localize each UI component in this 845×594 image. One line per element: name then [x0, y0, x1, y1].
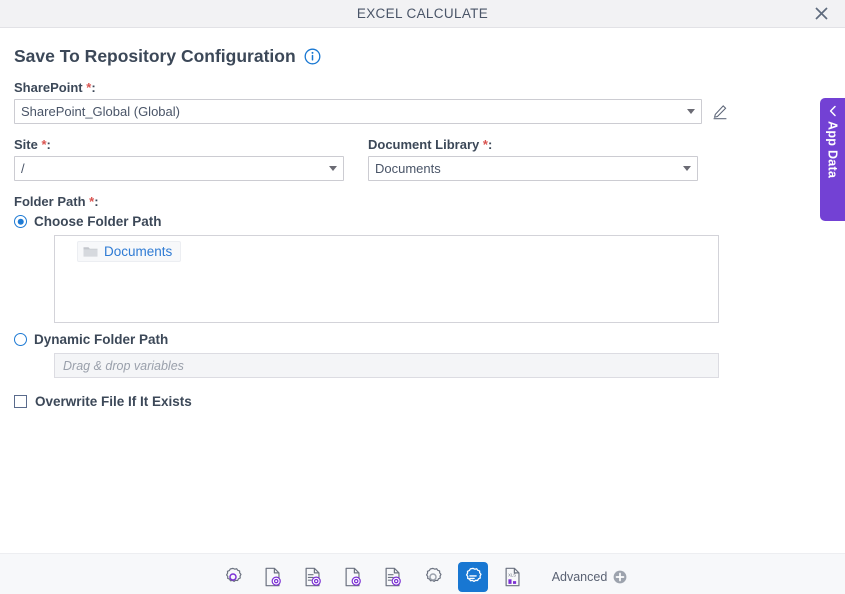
plus-circle-icon [613, 570, 627, 583]
toolbar-item-document-configuration-1[interactable] [258, 562, 288, 592]
sharepoint-dropdown[interactable]: SharePoint_Global (Global) [14, 99, 702, 124]
overwrite-file-label: Overwrite File If It Exists [35, 394, 192, 409]
document-library-field-group: Document Library *: Documents [368, 137, 698, 181]
toolbar-item-excel-output-configuration[interactable]: XLS [498, 562, 528, 592]
close-button[interactable] [809, 2, 833, 26]
gear-icon [425, 567, 442, 582]
close-icon [814, 7, 828, 20]
wizard-step-toolbar: XLS Advanced [0, 553, 845, 594]
document-library-label-text: Document Library [368, 137, 480, 152]
document-library-value: Documents [375, 161, 441, 176]
site-label-text: Site [14, 137, 38, 152]
site-value: / [21, 161, 25, 176]
radio-button-choose[interactable] [14, 215, 27, 228]
tree-item-label: Documents [104, 244, 173, 259]
tree-item-documents[interactable]: Documents [77, 241, 182, 262]
page-title-row: Save To Repository Configuration [14, 46, 831, 67]
sharepoint-row: SharePoint_Global (Global) [14, 99, 831, 124]
radio-button-dynamic[interactable] [14, 333, 27, 346]
advanced-button[interactable]: Advanced [552, 570, 628, 584]
toolbar-item-save-to-repository-configuration[interactable] [457, 561, 488, 592]
document-gear-icon [265, 567, 281, 586]
sharepoint-edit-button[interactable] [711, 103, 729, 121]
required-asterisk: * [89, 194, 95, 209]
document-lines-gear-icon [385, 567, 401, 586]
sharepoint-value: SharePoint_Global (Global) [21, 104, 180, 119]
radio-dynamic-folder-path[interactable]: Dynamic Folder Path [14, 332, 831, 347]
toolbar-item-document-configuration-2[interactable] [298, 562, 328, 592]
sharepoint-label-text: SharePoint [14, 80, 83, 95]
toolbar-item-settings-configuration[interactable] [418, 562, 448, 592]
dynamic-folder-path-placeholder: Drag & drop variables [63, 358, 184, 373]
gear-icon [225, 567, 242, 582]
required-asterisk: * [41, 137, 47, 152]
site-field-group: Site *: / [14, 137, 344, 181]
chevron-down-icon [683, 166, 691, 171]
gear-badge-icon [465, 567, 482, 582]
svg-text:XLS: XLS [508, 572, 516, 577]
app-data-tab[interactable]: App Data [820, 98, 845, 221]
site-dropdown[interactable]: / [14, 156, 344, 181]
folder-tree[interactable]: Documents [54, 235, 719, 323]
folder-path-label-text: Folder Path [14, 194, 86, 209]
radio-choose-folder-path[interactable]: Choose Folder Path [14, 214, 831, 229]
document-library-dropdown[interactable]: Documents [368, 156, 698, 181]
folder-path-group: Folder Path *: Choose Folder Path Docume… [14, 194, 831, 378]
info-icon[interactable] [304, 48, 321, 65]
dialog-titlebar: EXCEL CALCULATE [0, 0, 845, 28]
site-label: Site *: [14, 137, 51, 152]
advanced-label: Advanced [551, 569, 608, 584]
sharepoint-field-group: SharePoint *: SharePoint_Global (Global) [14, 80, 831, 124]
dialog-body: Save To Repository Configuration SharePo… [0, 46, 845, 594]
required-asterisk: * [86, 80, 92, 95]
dynamic-folder-path-input[interactable]: Drag & drop variables [54, 353, 719, 378]
site-and-library-row: Site *: / Document Library *: Documents [14, 137, 831, 181]
toolbar-item-general-configuration[interactable] [218, 562, 248, 592]
required-asterisk: * [482, 137, 488, 152]
window-title: EXCEL CALCULATE [356, 6, 489, 21]
overwrite-file-checkbox[interactable] [14, 395, 27, 408]
sharepoint-label: SharePoint *: [14, 80, 96, 95]
page-title: Save To Repository Configuration [14, 46, 296, 66]
chevron-left-icon [829, 105, 836, 117]
chevron-down-icon [687, 109, 695, 114]
folder-path-label: Folder Path *: [14, 194, 99, 209]
folder-icon [83, 247, 98, 257]
xls-document-icon: XLS [505, 567, 520, 586]
toolbar-item-document-configuration-3[interactable] [338, 562, 368, 592]
pencil-icon [713, 104, 727, 119]
radio-dynamic-label: Dynamic Folder Path [34, 332, 169, 347]
document-gear-icon [345, 567, 361, 586]
chevron-down-icon [329, 166, 337, 171]
toolbar-item-document-configuration-4[interactable] [378, 562, 408, 592]
document-lines-gear-icon [305, 567, 321, 586]
overwrite-file-checkbox-row[interactable]: Overwrite File If It Exists [14, 394, 831, 409]
document-library-label: Document Library *: [368, 137, 493, 152]
radio-choose-label: Choose Folder Path [34, 214, 162, 229]
app-data-tab-label: App Data [825, 121, 840, 179]
